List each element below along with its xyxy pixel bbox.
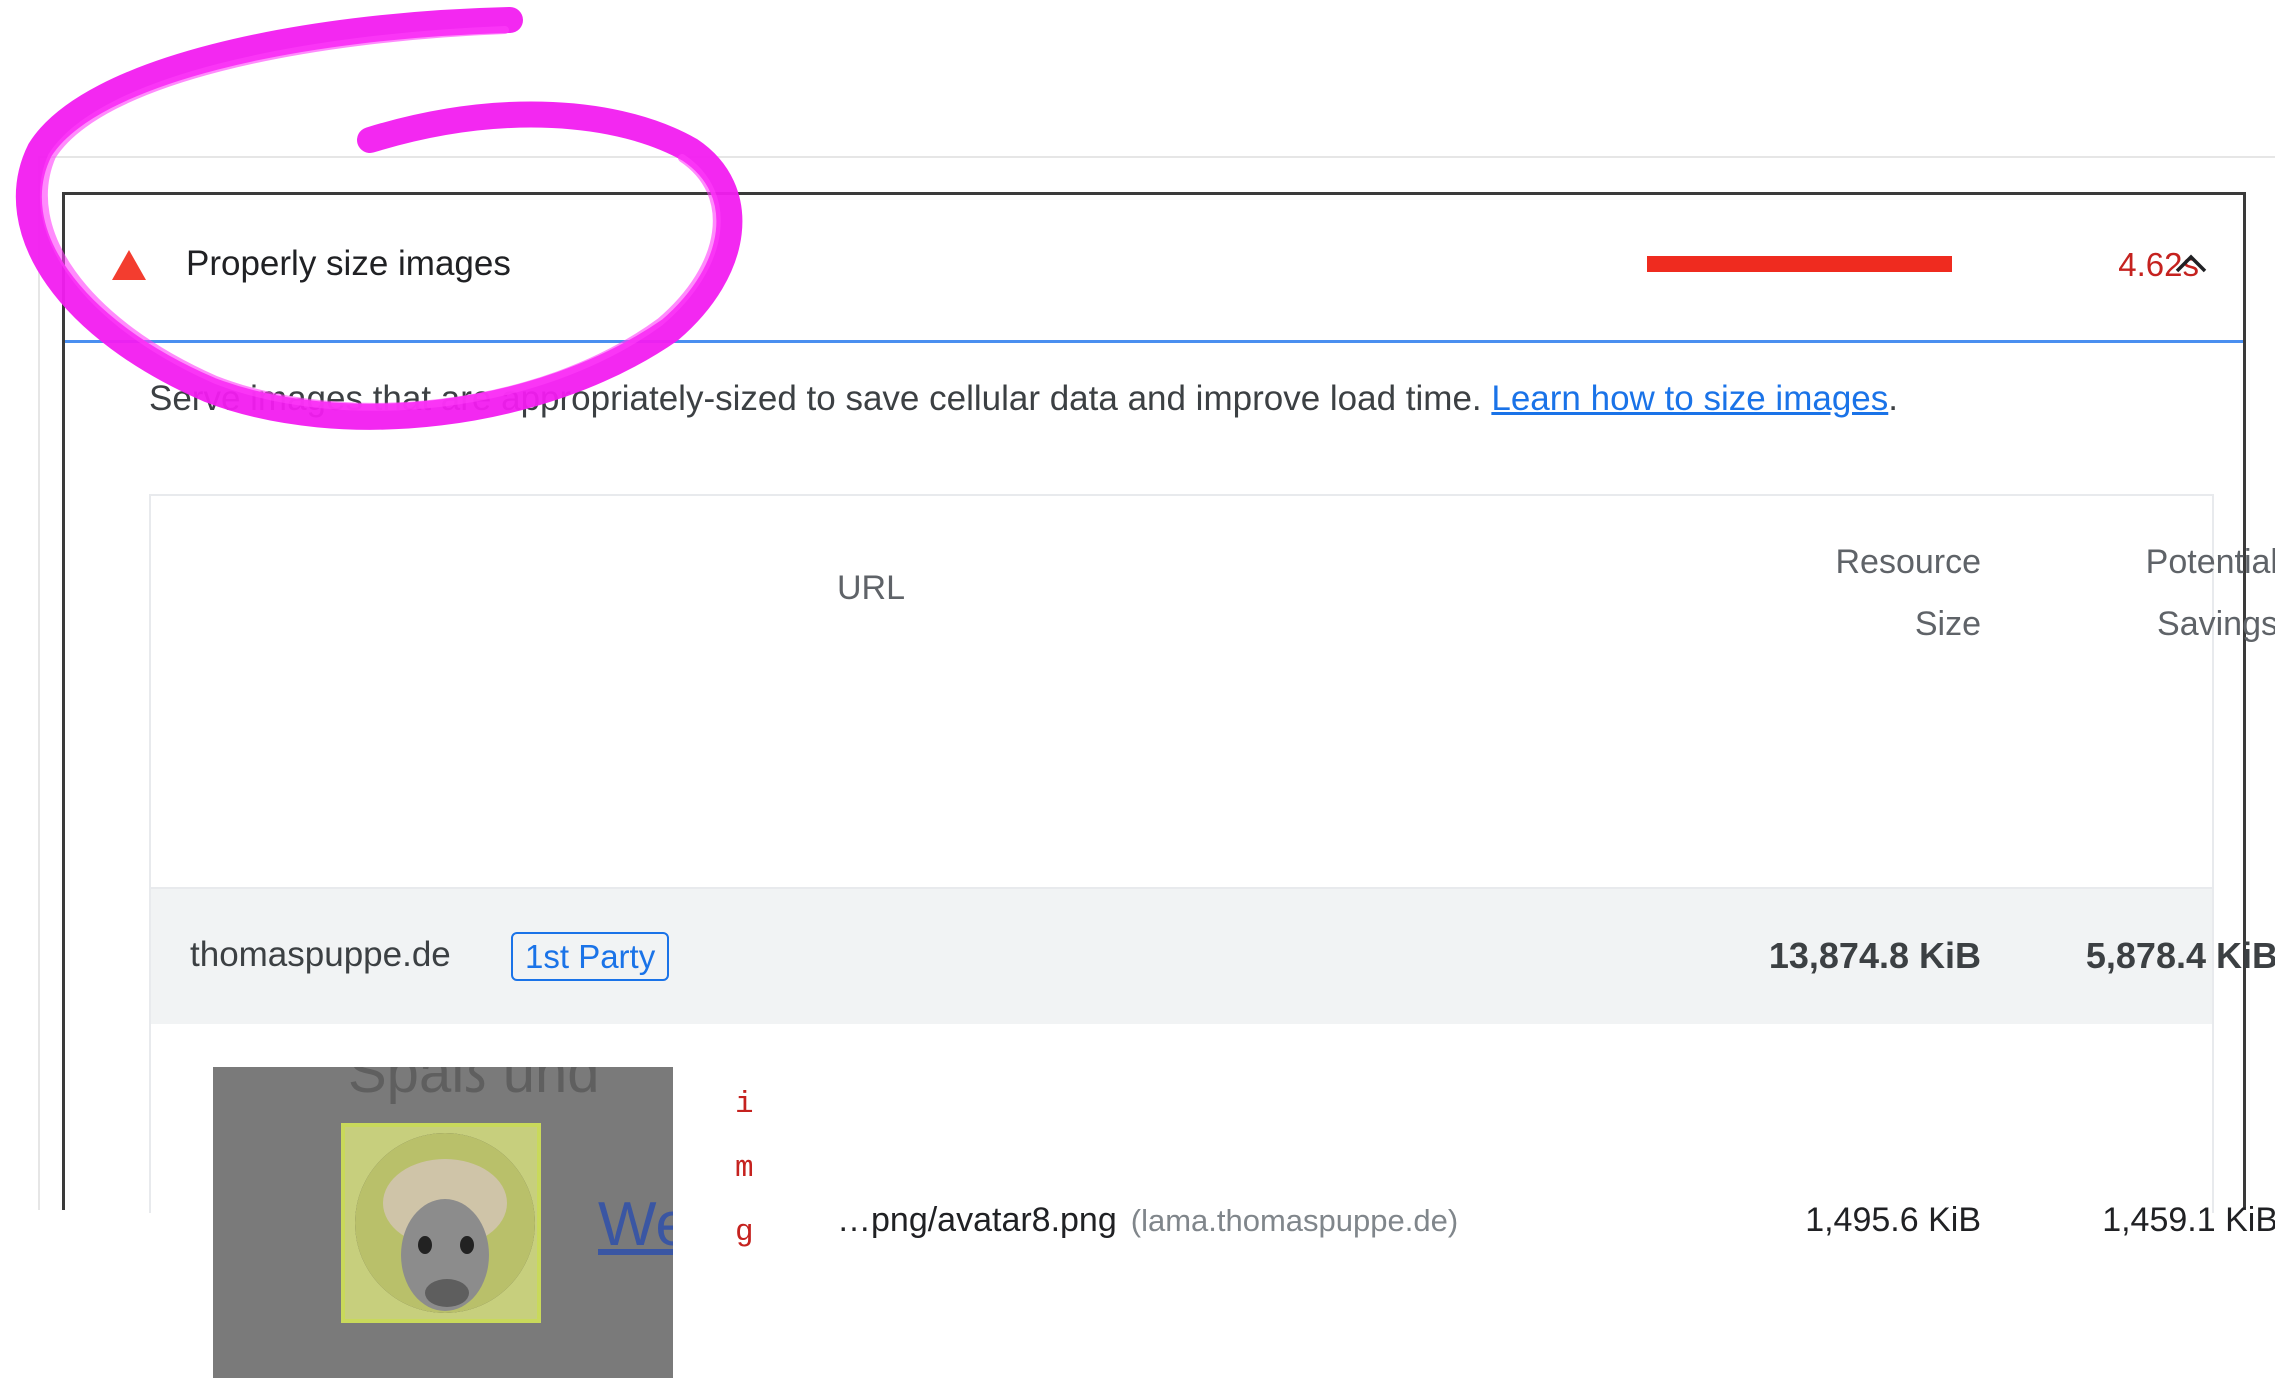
column-header-potential-savings: Potential Savings <box>1951 531 2275 655</box>
audit-header[interactable]: Properly size images 4.62s <box>65 195 2243 343</box>
row-resource-size: 1,495.6 KiB <box>1805 1201 1981 1239</box>
audit-properly-size-images: Properly size images 4.62s Serve images … <box>62 192 2275 1378</box>
entity-name: thomaspuppe.de <box>190 935 451 974</box>
thumbnail-bg-text: Spaß und <box>348 1067 600 1105</box>
chevron-up-icon[interactable] <box>2173 250 2209 276</box>
potential-savings-header-line1: Potential <box>2145 543 2275 581</box>
resource-url-path: …png/avatar8.png <box>837 1201 1117 1239</box>
audit-title: Properly size images <box>186 244 511 283</box>
first-party-badge: 1st Party <box>511 932 670 981</box>
thumbnail-bg-link: We <box>598 1190 673 1259</box>
image-thumbnail: Spaß und We <box>213 1067 673 1378</box>
row-potential-savings: 1,459.1 KiB <box>2102 1201 2275 1239</box>
node-tag-label: img <box>735 1087 754 1250</box>
description-text: Serve images that are appropriately-size… <box>149 379 1482 418</box>
savings-bar <box>1647 256 1952 272</box>
avatar-image <box>355 1133 535 1313</box>
potential-savings-header-line2: Savings <box>2157 605 2275 643</box>
table-row[interactable]: Spaß und We img …png/avatar8.png (lama.t… <box>151 1024 2275 1378</box>
learn-more-link[interactable]: Learn how to size images <box>1491 379 1888 418</box>
opportunity-table: URL Resource Size Potential Savings thomas… <box>149 494 2275 1378</box>
fail-triangle-icon <box>112 250 146 280</box>
group-resource-size: 13,874.8 KiB <box>1768 935 1981 976</box>
avatar-highlight-box <box>341 1123 541 1323</box>
audit-description: Serve images that are appropriately-size… <box>149 379 2099 419</box>
resource-url[interactable]: …png/avatar8.png (lama.thomaspuppe.de) <box>837 1201 1458 1240</box>
column-header-resource-size: Resource Size <box>1621 531 1981 655</box>
description-period: . <box>1888 379 1898 418</box>
group-potential-savings: 5,878.4 KiB <box>2085 935 2275 976</box>
column-header-url: URL <box>837 569 906 607</box>
entity-group-row: thomaspuppe.de 1st Party 13,874.8 KiB 5,… <box>151 887 2275 1024</box>
resource-url-host: (lama.thomaspuppe.de) <box>1130 1203 1459 1238</box>
